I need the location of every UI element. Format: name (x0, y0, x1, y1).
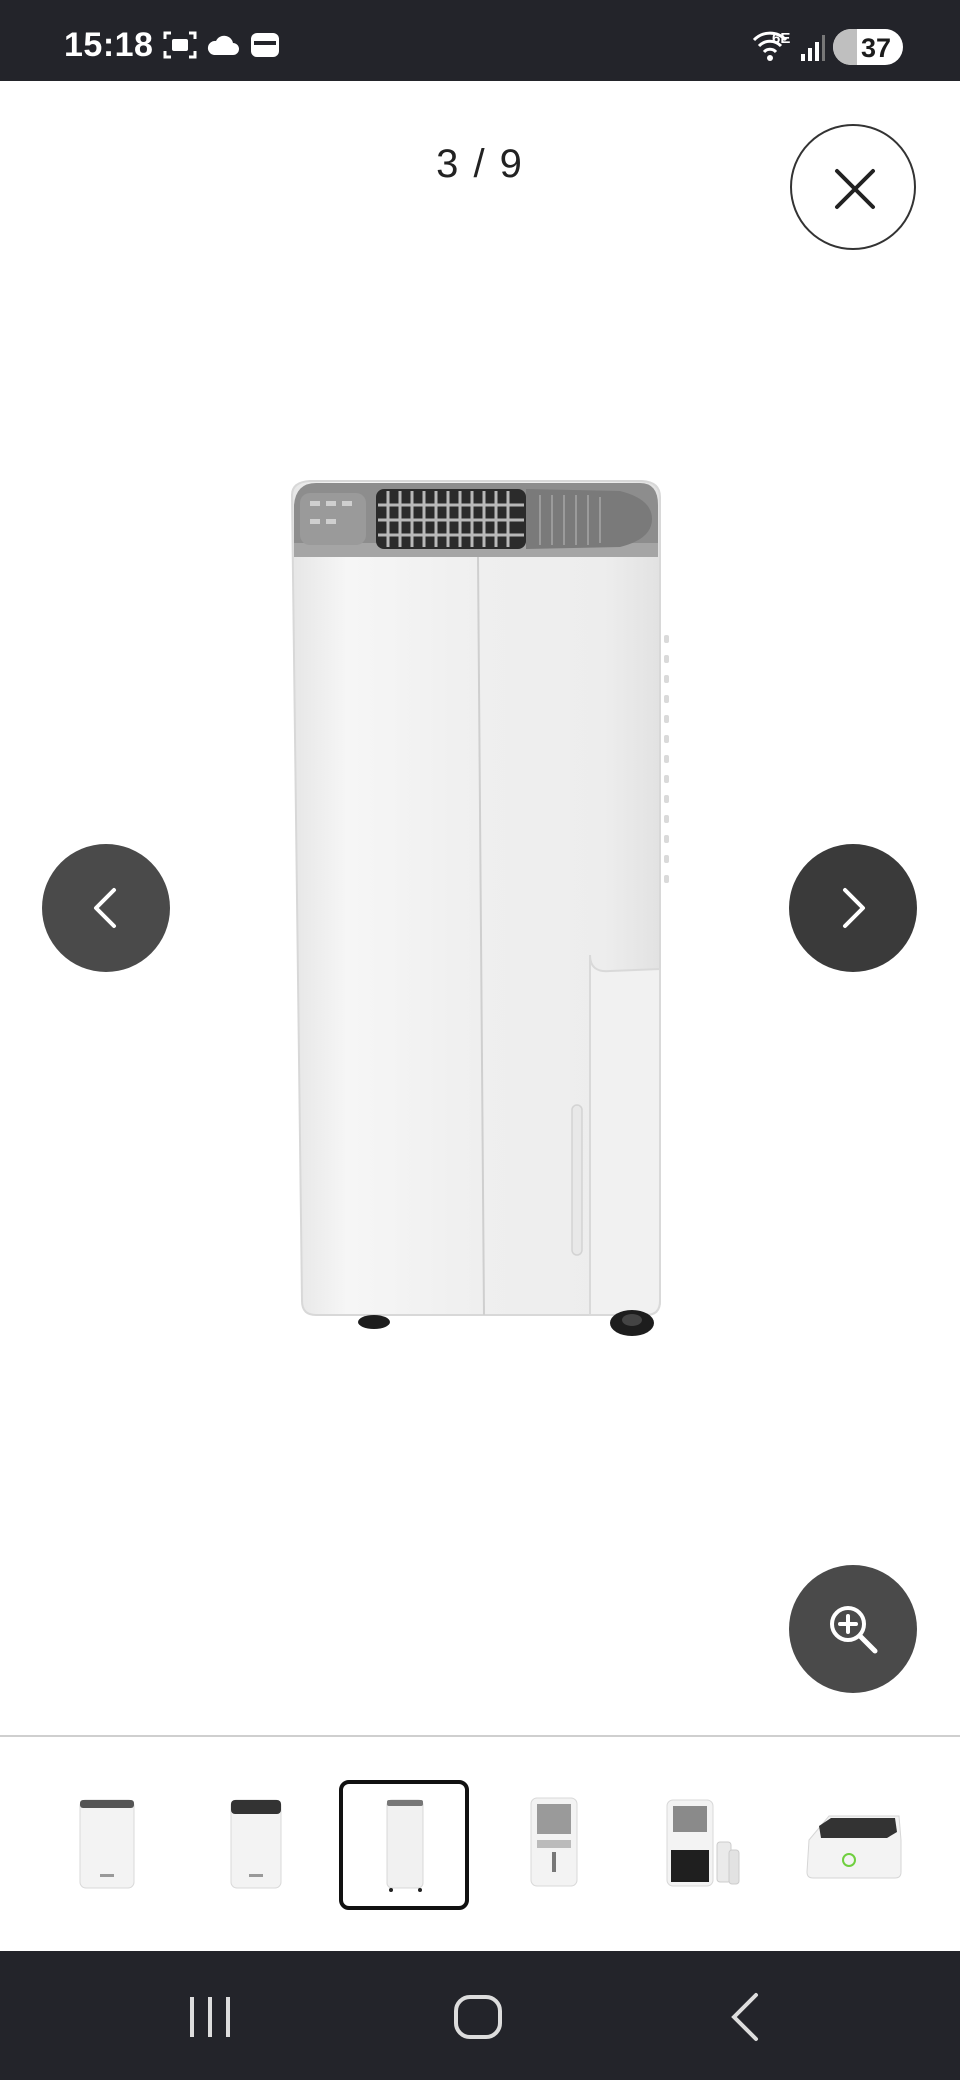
thumbnail-1[interactable] (42, 1780, 172, 1910)
next-image-button[interactable] (789, 844, 917, 972)
battery-level: 37 (860, 33, 891, 63)
thumbnail-4[interactable] (489, 1780, 619, 1910)
status-bar: 15:18 6E 37 (0, 0, 960, 81)
close-icon (835, 169, 875, 209)
thumbnail-3-selected[interactable] (339, 1780, 469, 1910)
wallet-icon (251, 33, 279, 57)
product-image (290, 480, 669, 1336)
network-type: 6E (772, 30, 791, 47)
thumbnail-strip (0, 1780, 960, 1910)
thumbnail-image (386, 1799, 424, 1892)
thumbnail-2[interactable] (191, 1780, 321, 1910)
home-icon[interactable] (446, 1985, 510, 2049)
divider (0, 1735, 960, 1737)
thumbnail-image (230, 1799, 282, 1889)
cloud-icon (207, 35, 239, 55)
thumbnail-image (530, 1797, 578, 1887)
thumbnail-6[interactable] (789, 1780, 919, 1910)
signal-icon (801, 35, 825, 61)
zoom-button[interactable] (789, 1565, 917, 1693)
status-time: 15:18 (64, 26, 154, 64)
thumbnail-5[interactable] (639, 1780, 769, 1910)
previous-image-button[interactable] (42, 844, 170, 972)
thumbnail-image (666, 1799, 740, 1887)
chevron-right-icon (843, 888, 865, 928)
thumbnail-image (79, 1799, 135, 1889)
screenshot-icon (163, 31, 197, 59)
battery-icon: 37 (833, 29, 903, 65)
zoom-in-icon (830, 1606, 878, 1654)
chevron-left-icon (94, 888, 116, 928)
system-navigation-bar (0, 1951, 960, 2080)
thumbnail-image (806, 1815, 902, 1879)
close-button[interactable] (790, 124, 916, 250)
recent-apps-icon[interactable] (178, 1985, 242, 2049)
image-counter: 3 / 9 (436, 142, 524, 186)
back-icon[interactable] (716, 1985, 780, 2049)
